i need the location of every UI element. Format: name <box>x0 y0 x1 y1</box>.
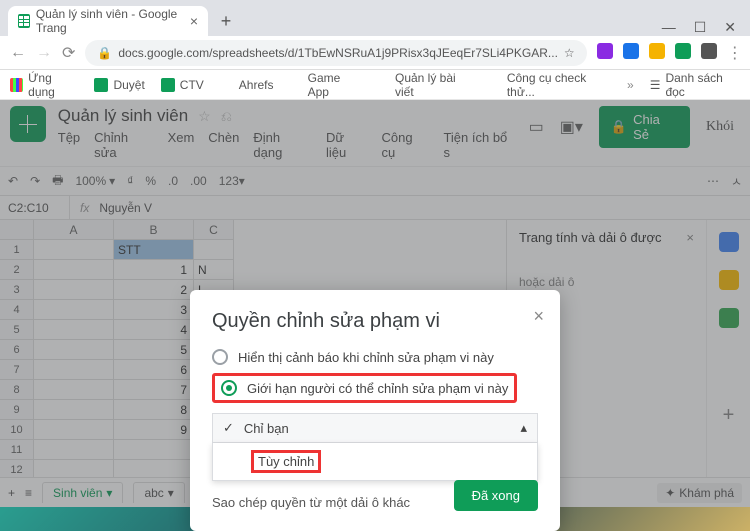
extension-icon[interactable] <box>597 43 613 59</box>
apps-button[interactable]: Ứng dụng <box>10 71 78 99</box>
dropdown-menu: Tùy chỉnh <box>212 443 538 481</box>
dialog-title: Quyền chỉnh sửa phạm vi <box>212 310 538 333</box>
browser-tab[interactable]: Quản lý sinh viên - Google Trang × <box>8 6 208 36</box>
nav-back-icon[interactable]: ← <box>10 44 26 62</box>
reading-list[interactable]: ☰Danh sách đọc <box>650 71 740 99</box>
nav-forward-icon: → <box>36 44 52 62</box>
restrict-dropdown[interactable]: ✓Chỉ bạn ▴ <box>212 413 538 443</box>
browser-titlebar: Quản lý sinh viên - Google Trang × + — ☐… <box>0 0 750 36</box>
extension-icon[interactable] <box>623 43 639 59</box>
tab-close-icon[interactable]: × <box>190 13 198 29</box>
radio-icon <box>221 380 237 396</box>
extension-icon[interactable] <box>649 43 665 59</box>
bookmark-overflow[interactable]: » <box>627 78 634 92</box>
sheets-app: Quản lý sinh viên ☆ ⎌ Tệp Chỉnh sửa Xem … <box>0 100 750 507</box>
new-tab-button[interactable]: + <box>214 9 238 33</box>
url-text: docs.google.com/spreadsheets/d/1TbEwNSRu… <box>118 46 558 60</box>
radio-restrict[interactable]: Giới hạn người có thể chỉnh sửa phạm vi … <box>221 380 508 396</box>
dropdown-item-custom[interactable]: Tùy chỉnh <box>213 443 537 480</box>
extension-icon[interactable] <box>675 43 691 59</box>
extensions: ⋮ <box>597 43 743 63</box>
edit-range-permissions-dialog: × Quyền chỉnh sửa phạm vi Hiển thị cảnh … <box>190 290 560 531</box>
star-icon[interactable]: ☆ <box>564 46 575 60</box>
done-button[interactable]: Đã xong <box>454 480 538 511</box>
bookmark-item[interactable]: Quản lý bài viết <box>377 71 473 99</box>
check-icon: ✓ <box>223 420 234 436</box>
tab-title: Quản lý sinh viên - Google Trang <box>36 7 184 35</box>
bookmark-item[interactable]: Ahrefs <box>220 78 274 92</box>
bookmarks-bar: Ứng dụng Duyệt CTV Ahrefs Game App Quản … <box>0 70 750 100</box>
address-bar: ← → ⟳ 🔒 docs.google.com/spreadsheets/d/1… <box>0 36 750 70</box>
bookmark-item[interactable]: Công cụ check thử... <box>489 71 611 99</box>
radio-show-warning[interactable]: Hiển thị cảnh báo khi chỉnh sửa phạm vi … <box>212 349 538 365</box>
lock-icon: 🔒 <box>97 46 112 60</box>
bookmark-item[interactable]: Game App <box>289 71 360 99</box>
extension-icon[interactable] <box>701 43 717 59</box>
window-minimize-icon[interactable]: — <box>662 19 676 36</box>
dialog-close-icon[interactable]: × <box>533 306 544 327</box>
nav-reload-icon[interactable]: ⟳ <box>62 43 75 63</box>
window-close-icon[interactable]: ✕ <box>724 19 736 36</box>
chevron-up-icon: ▴ <box>520 420 527 436</box>
bookmark-item[interactable]: Duyệt <box>94 78 144 92</box>
sheets-favicon <box>18 14 30 28</box>
radio-icon <box>212 349 228 365</box>
window-maximize-icon[interactable]: ☐ <box>694 19 707 36</box>
bookmark-item[interactable]: CTV <box>161 78 204 92</box>
url-field[interactable]: 🔒 docs.google.com/spreadsheets/d/1TbEwNS… <box>85 40 586 66</box>
browser-menu-icon[interactable]: ⋮ <box>727 43 743 63</box>
